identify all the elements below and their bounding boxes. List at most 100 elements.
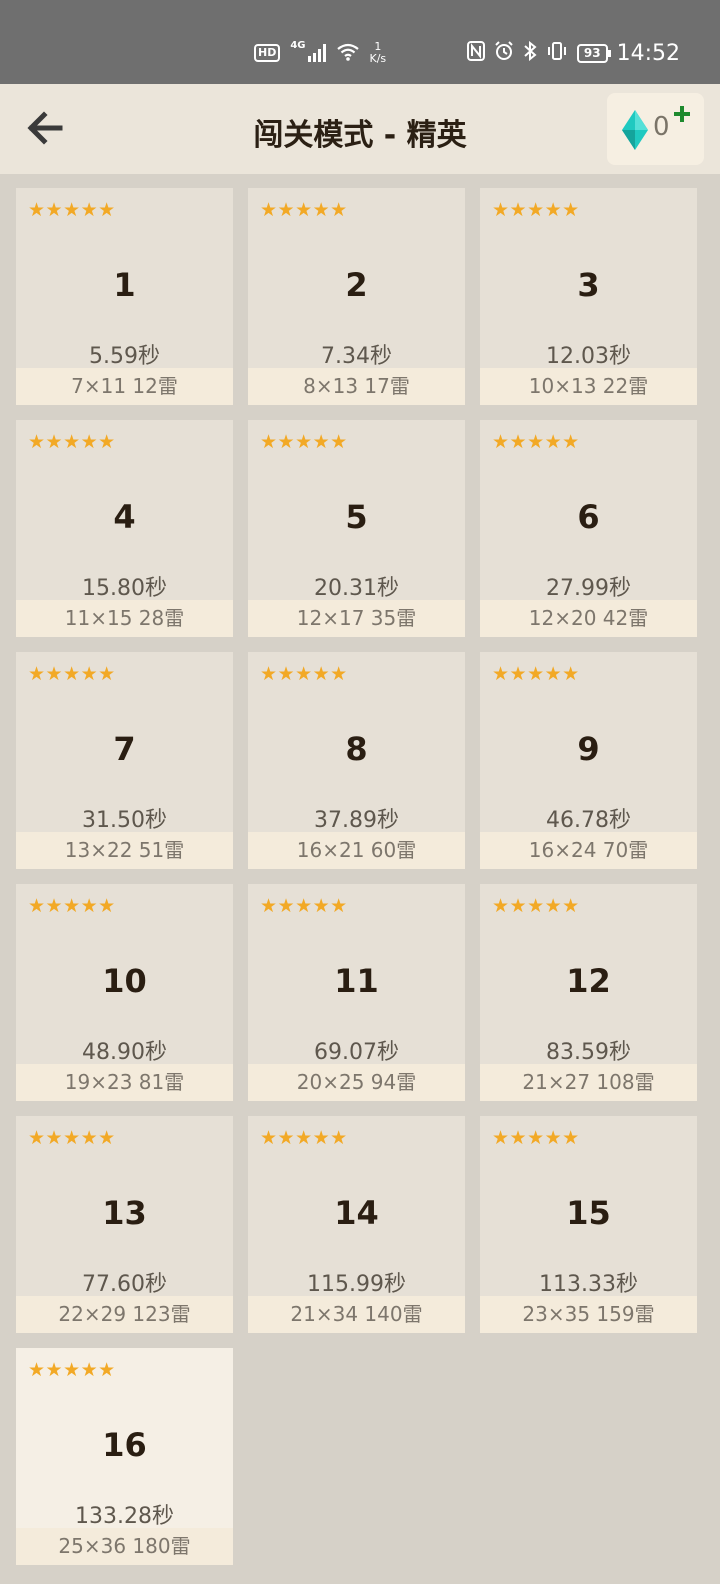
star-rating: ★★★★★ — [260, 663, 348, 685]
level-best-time: 46.78秒 — [546, 808, 631, 833]
level-number: 10 — [102, 962, 147, 1000]
star-rating: ★★★★★ — [28, 1359, 116, 1381]
level-board-info: 21×34 140雷 — [248, 1296, 465, 1333]
level-card-9[interactable]: ★★★★★ 9 46.78秒 16×24 70雷 — [480, 652, 697, 869]
star-rating: ★★★★★ — [28, 431, 116, 453]
level-number: 15 — [566, 1194, 611, 1232]
star-rating: ★★★★★ — [492, 199, 580, 221]
gem-count: 0 — [653, 112, 670, 142]
star-rating: ★★★★★ — [492, 663, 580, 685]
level-board-info: 22×29 123雷 — [16, 1296, 233, 1333]
level-board-info: 20×25 94雷 — [248, 1064, 465, 1101]
level-board-info: 13×22 51雷 — [16, 832, 233, 869]
level-best-time: 20.31秒 — [314, 576, 399, 601]
level-number: 4 — [113, 498, 136, 536]
level-number: 13 — [102, 1194, 147, 1232]
level-number: 2 — [345, 266, 368, 304]
level-best-time: 37.89秒 — [314, 808, 399, 833]
star-rating: ★★★★★ — [260, 431, 348, 453]
level-number: 8 — [345, 730, 368, 768]
level-best-time: 77.60秒 — [82, 1272, 167, 1297]
star-rating: ★★★★★ — [28, 663, 116, 685]
status-right-icons: 93 14:52 — [466, 38, 680, 68]
level-card-11[interactable]: ★★★★★ 11 69.07秒 20×25 94雷 — [248, 884, 465, 1101]
app-header: 闯关模式 - 精英 0 — [0, 84, 720, 174]
level-best-time: 48.90秒 — [82, 1040, 167, 1065]
star-rating: ★★★★★ — [492, 895, 580, 917]
status-left-icons: HD 4G 1 K/s — [254, 38, 386, 68]
level-card-10[interactable]: ★★★★★ 10 48.90秒 19×23 81雷 — [16, 884, 233, 1101]
diamond-gem-icon — [622, 110, 648, 150]
star-rating: ★★★★★ — [28, 895, 116, 917]
level-card-12[interactable]: ★★★★★ 12 83.59秒 21×27 108雷 — [480, 884, 697, 1101]
battery-icon: 93 — [576, 43, 611, 63]
network-type: 4G — [290, 39, 306, 51]
level-card-2[interactable]: ★★★★★ 2 7.34秒 8×13 17雷 — [248, 188, 465, 405]
level-card-14[interactable]: ★★★★★ 14 115.99秒 21×34 140雷 — [248, 1116, 465, 1333]
level-card-6[interactable]: ★★★★★ 6 27.99秒 12×20 42雷 — [480, 420, 697, 637]
level-number: 12 — [566, 962, 611, 1000]
level-board-info: 8×13 17雷 — [248, 368, 465, 405]
level-card-7[interactable]: ★★★★★ 7 31.50秒 13×22 51雷 — [16, 652, 233, 869]
alarm-icon — [494, 40, 514, 66]
level-best-time: 5.59秒 — [89, 344, 160, 369]
level-number: 9 — [577, 730, 600, 768]
level-board-info: 12×20 42雷 — [480, 600, 697, 637]
level-best-time: 15.80秒 — [82, 576, 167, 601]
level-number: 5 — [345, 498, 368, 536]
nfc-icon — [466, 40, 485, 66]
level-board-info: 25×36 180雷 — [16, 1528, 233, 1565]
level-best-time: 12.03秒 — [546, 344, 631, 369]
level-board-info: 12×17 35雷 — [248, 600, 465, 637]
level-best-time: 27.99秒 — [546, 576, 631, 601]
level-board-info: 11×15 28雷 — [16, 600, 233, 637]
level-number: 16 — [102, 1426, 147, 1464]
level-card-8[interactable]: ★★★★★ 8 37.89秒 16×21 60雷 — [248, 652, 465, 869]
star-rating: ★★★★★ — [28, 1127, 116, 1149]
level-board-info: 19×23 81雷 — [16, 1064, 233, 1101]
level-best-time: 69.07秒 — [314, 1040, 399, 1065]
network-speed: 1 K/s — [370, 41, 387, 65]
star-rating: ★★★★★ — [260, 895, 348, 917]
level-card-16[interactable]: ★★★★★ 16 133.28秒 25×36 180雷 — [16, 1348, 233, 1565]
wifi-icon — [336, 42, 360, 65]
level-best-time: 7.34秒 — [321, 344, 392, 369]
star-rating: ★★★★★ — [260, 199, 348, 221]
star-rating: ★★★★★ — [28, 199, 116, 221]
status-bar: HD 4G 1 K/s 93 14:52 — [0, 0, 720, 84]
level-board-info: 10×13 22雷 — [480, 368, 697, 405]
level-best-time: 83.59秒 — [546, 1040, 631, 1065]
clock: 14:52 — [616, 40, 680, 66]
bluetooth-icon — [523, 40, 537, 66]
level-board-info: 16×21 60雷 — [248, 832, 465, 869]
signal-bars-icon — [307, 44, 326, 62]
level-board-info: 21×27 108雷 — [480, 1064, 697, 1101]
network-speed-unit: K/s — [369, 52, 387, 65]
level-best-time: 31.50秒 — [82, 808, 167, 833]
level-card-13[interactable]: ★★★★★ 13 77.60秒 22×29 123雷 — [16, 1116, 233, 1333]
level-number: 1 — [113, 266, 136, 304]
star-rating: ★★★★★ — [492, 431, 580, 453]
level-card-4[interactable]: ★★★★★ 4 15.80秒 11×15 28雷 — [16, 420, 233, 637]
level-best-time: 115.99秒 — [307, 1272, 406, 1297]
star-rating: ★★★★★ — [492, 1127, 580, 1149]
level-card-15[interactable]: ★★★★★ 15 113.33秒 23×35 159雷 — [480, 1116, 697, 1333]
level-board-info: 7×11 12雷 — [16, 368, 233, 405]
level-board-info: 16×24 70雷 — [480, 832, 697, 869]
level-number: 6 — [577, 498, 600, 536]
level-number: 3 — [577, 266, 600, 304]
hd-icon: HD — [254, 44, 281, 62]
star-rating: ★★★★★ — [260, 1127, 348, 1149]
level-best-time: 113.33秒 — [539, 1272, 638, 1297]
level-board-info: 23×35 159雷 — [480, 1296, 697, 1333]
plus-icon[interactable] — [673, 105, 691, 123]
gem-counter[interactable]: 0 — [607, 93, 704, 165]
level-number: 14 — [334, 1194, 379, 1232]
level-card-5[interactable]: ★★★★★ 5 20.31秒 12×17 35雷 — [248, 420, 465, 637]
level-card-3[interactable]: ★★★★★ 3 12.03秒 10×13 22雷 — [480, 188, 697, 405]
level-number: 11 — [334, 962, 379, 1000]
vibrate-icon — [546, 41, 568, 66]
level-number: 7 — [113, 730, 136, 768]
level-best-time: 133.28秒 — [75, 1504, 174, 1529]
level-card-1[interactable]: ★★★★★ 1 5.59秒 7×11 12雷 — [16, 188, 233, 405]
